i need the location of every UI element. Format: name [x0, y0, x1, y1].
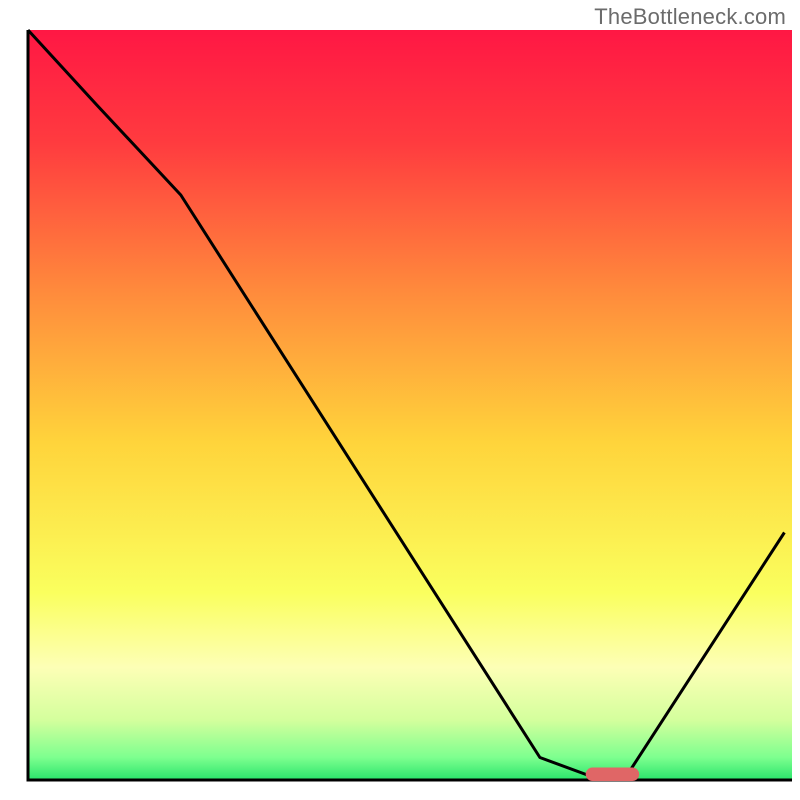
plot-background — [28, 30, 792, 780]
chart-container: TheBottleneck.com — [0, 0, 800, 800]
optimal-marker — [586, 768, 640, 782]
bottleneck-chart — [0, 0, 800, 800]
